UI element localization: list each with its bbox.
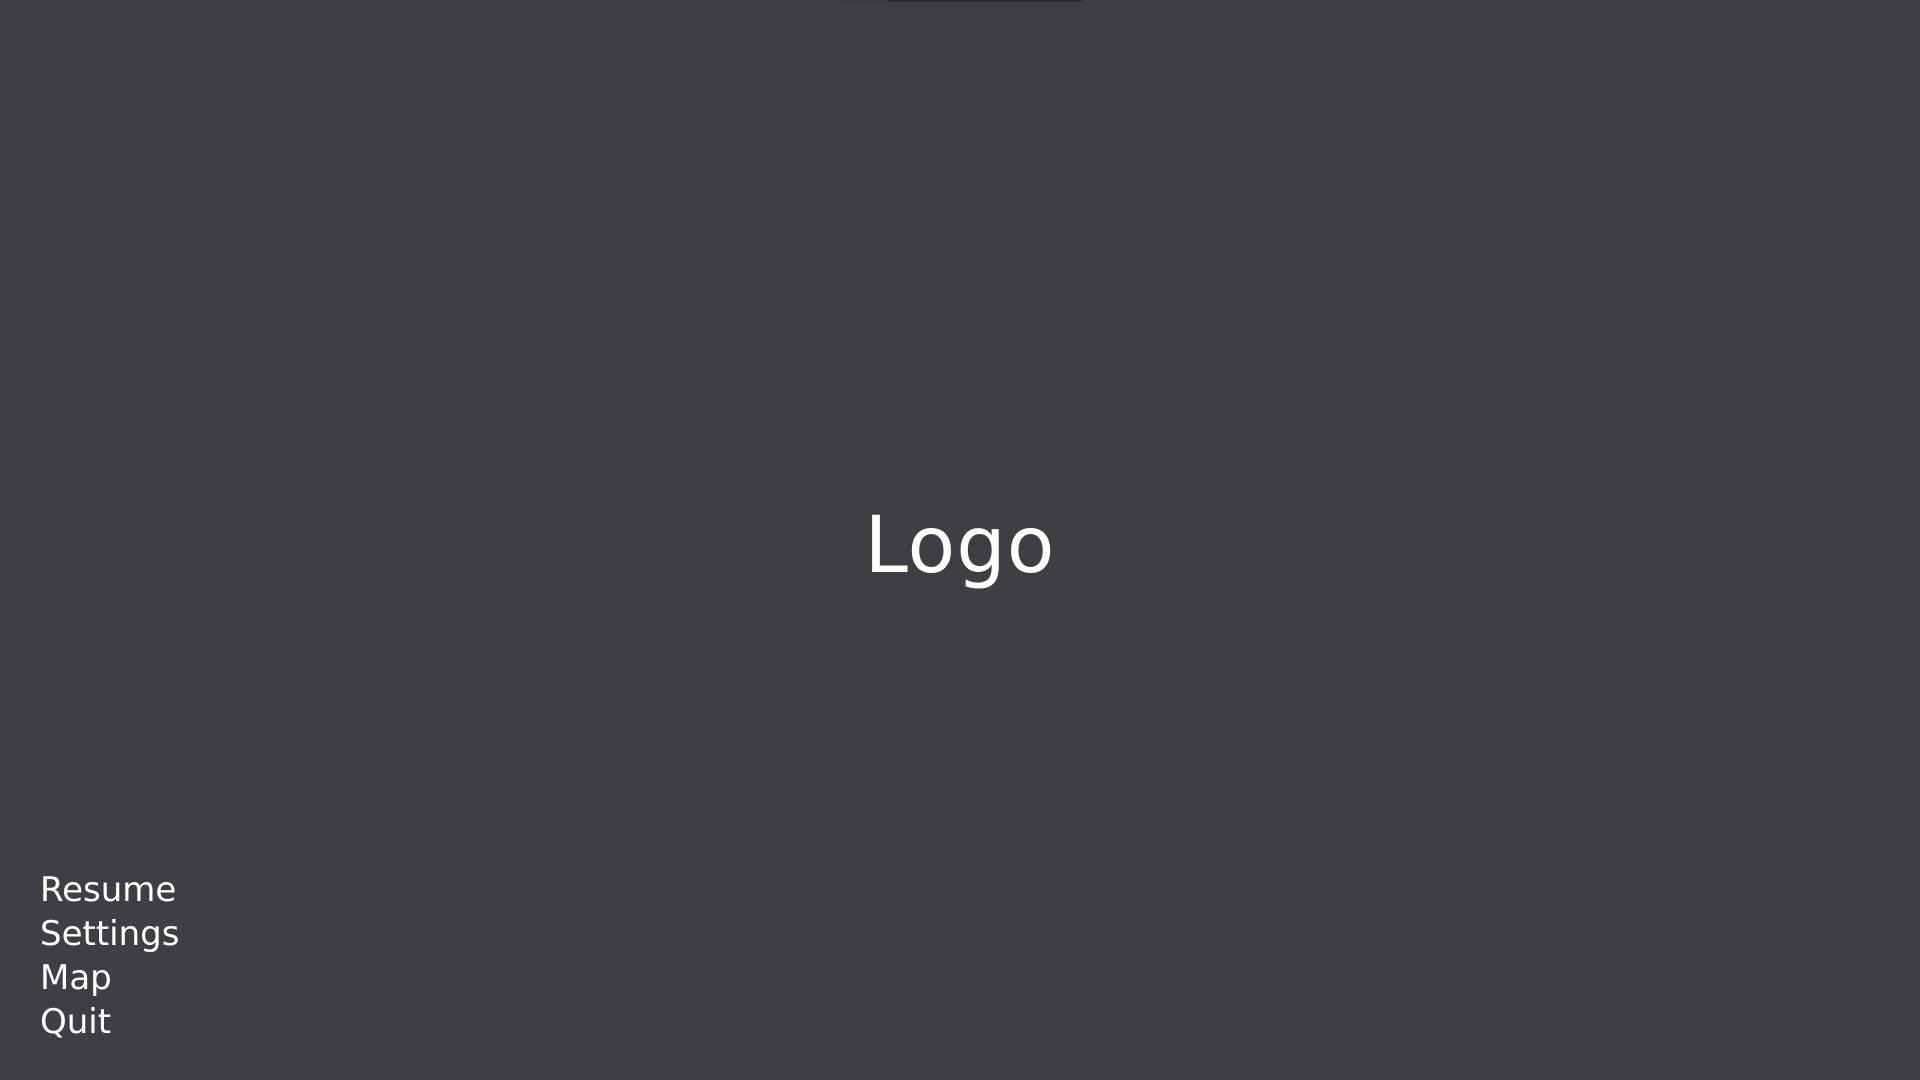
pause-menu: Resume Settings Map Quit xyxy=(40,868,179,1044)
top-edge-marker-left xyxy=(840,0,888,1)
menu-item-map[interactable]: Map xyxy=(40,956,179,1000)
top-edge-marker xyxy=(888,0,1082,2)
logo-placeholder: Logo xyxy=(864,501,1056,591)
menu-item-resume[interactable]: Resume xyxy=(40,868,179,912)
menu-item-quit[interactable]: Quit xyxy=(40,1000,179,1044)
menu-item-settings[interactable]: Settings xyxy=(40,912,179,956)
